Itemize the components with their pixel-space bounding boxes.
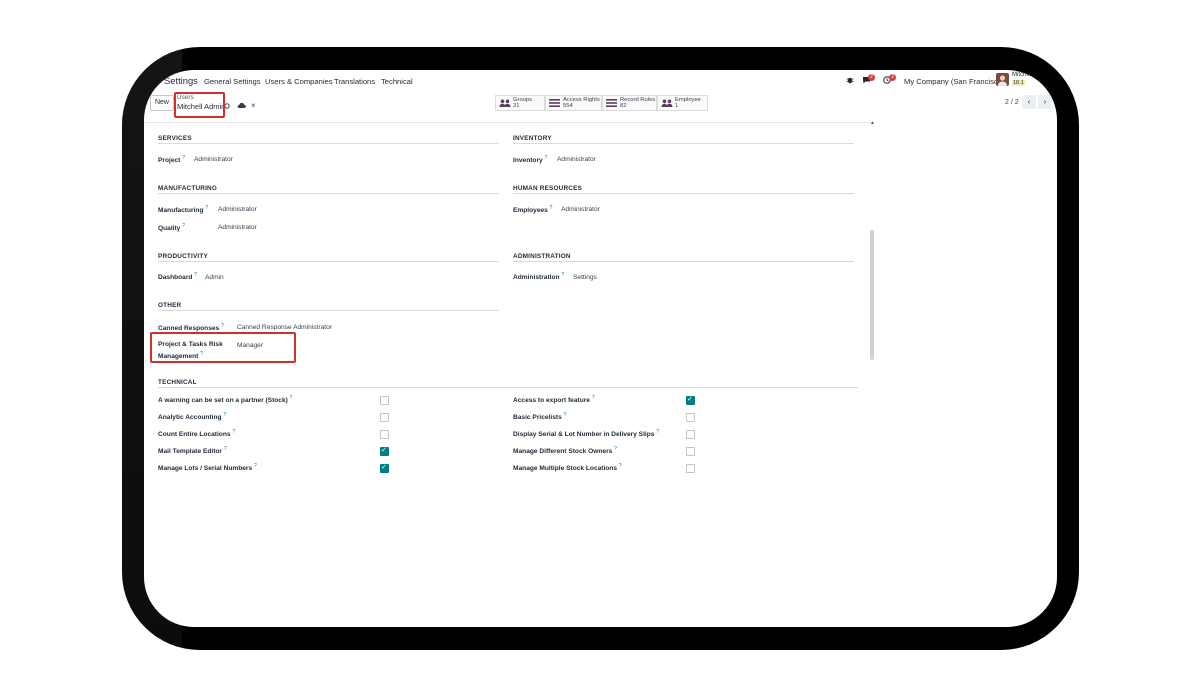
- technical-right-label: Manage Different Stock Owners ?: [513, 446, 617, 456]
- technical-left-checkbox[interactable]: [380, 413, 389, 422]
- technical-left-label: Mail Template Editor ?: [158, 446, 227, 456]
- stat-record-rules[interactable]: Record Rules 82: [602, 95, 657, 111]
- risk-management-highlight: [150, 332, 296, 363]
- section-inventory-title: INVENTORY: [513, 135, 552, 142]
- chat-badge: 2: [868, 74, 875, 81]
- employees-label: Employees ?: [513, 205, 553, 215]
- user-form-sheet: SERVICES Project ? Administrator MANUFAC…: [144, 122, 872, 476]
- project-access-select[interactable]: Administrator: [194, 156, 233, 163]
- technical-left-checkbox[interactable]: [380, 446, 389, 456]
- users-icon: [499, 99, 511, 107]
- app-name[interactable]: Settings: [164, 75, 198, 86]
- pager-value[interactable]: 2 / 2: [1005, 99, 1019, 106]
- stat-employee-label: Employee: [675, 97, 701, 103]
- technical-right-label: Display Serial & Lot Number in Delivery …: [513, 429, 660, 439]
- stat-access-rights-count: 554: [563, 103, 573, 109]
- manufacturing-label: Manufacturing ?: [158, 205, 209, 215]
- new-button[interactable]: New: [150, 95, 174, 111]
- technical-right-checkbox[interactable]: [686, 464, 695, 473]
- technical-left-label: Analytic Accounting ?: [158, 412, 227, 422]
- project-label: Project ?: [158, 155, 185, 165]
- company-switcher[interactable]: My Company (San Francisco): [904, 77, 1004, 86]
- technical-right-checkbox[interactable]: [686, 413, 695, 422]
- list-icon: [549, 99, 560, 107]
- users-icon: [661, 99, 673, 107]
- employees-access-select[interactable]: Administrator: [561, 206, 600, 213]
- dashboard-access-select[interactable]: Admin: [205, 274, 224, 281]
- avatar[interactable]: [996, 73, 1009, 86]
- technical-right-label: Manage Multiple Stock Locations ?: [513, 463, 622, 473]
- stat-groups-count: 31: [513, 103, 520, 109]
- section-hr-title: HUMAN RESOURCES: [513, 185, 583, 192]
- divider: [158, 387, 858, 388]
- section-manufacturing-title: MANUFACTURING: [158, 185, 218, 192]
- technical-left-checkbox[interactable]: [380, 430, 389, 439]
- save-cloud-icon[interactable]: [237, 102, 246, 109]
- inventory-access-select[interactable]: Administrator: [557, 156, 596, 163]
- divider: [158, 143, 499, 144]
- stat-access-rights[interactable]: Access Rights 554: [545, 95, 602, 111]
- divider: [158, 261, 499, 262]
- canned-responses-label: Canned Responses ?: [158, 323, 224, 333]
- administration-access-select[interactable]: Settings: [573, 274, 597, 281]
- technical-right-label: Basic Pricelists ?: [513, 412, 567, 422]
- technical-left-label: A warning can be set on a partner (Stock…: [158, 395, 293, 405]
- section-productivity-title: PRODUCTIVITY: [158, 253, 208, 260]
- technical-left-checkbox[interactable]: [380, 463, 389, 473]
- menu-translations[interactable]: Translations: [334, 77, 375, 86]
- app-screen: Settings General Settings Users & Compan…: [144, 70, 1057, 627]
- divider: [513, 143, 854, 144]
- stat-employee[interactable]: Employee 1: [657, 95, 708, 111]
- section-administration-title: ADMINISTRATION: [513, 253, 571, 260]
- chevron-left-icon: ‹: [1027, 97, 1031, 106]
- user-name[interactable]: Mitchell: [1012, 72, 1032, 78]
- menu-general-settings[interactable]: General Settings: [204, 77, 261, 86]
- technical-right-checkbox[interactable]: [686, 447, 695, 456]
- chevron-right-icon: ›: [1043, 97, 1047, 106]
- device-frame: Settings General Settings Users & Compan…: [122, 47, 1079, 650]
- technical-right-checkbox[interactable]: [686, 395, 695, 405]
- section-other-title: OTHER: [158, 302, 182, 309]
- breadcrumb-highlight: [174, 92, 225, 118]
- technical-left-label: Manage Lots / Serial Numbers ?: [158, 463, 257, 473]
- bug-icon[interactable]: [846, 76, 854, 84]
- technical-right-label: Access to export feature ?: [513, 395, 595, 405]
- technical-right-checkbox[interactable]: [686, 430, 695, 439]
- clock-icon[interactable]: 2: [883, 74, 896, 84]
- administration-label: Administration ?: [513, 272, 565, 282]
- divider: [513, 261, 854, 262]
- section-services-title: SERVICES: [158, 135, 192, 142]
- scroll-up-arrow[interactable]: ▲: [870, 120, 875, 126]
- list-icon: [606, 99, 617, 107]
- chat-icon[interactable]: 2: [862, 74, 875, 84]
- technical-left-checkbox[interactable]: [380, 396, 389, 405]
- inventory-label: Inventory ?: [513, 155, 548, 165]
- canned-responses-access-select[interactable]: Canned Response Administrator: [237, 324, 332, 331]
- discard-icon[interactable]: ×: [251, 101, 256, 110]
- divider: [158, 193, 499, 194]
- quality-label: Quality ?: [158, 223, 185, 233]
- stat-groups[interactable]: Groups 31: [495, 95, 545, 111]
- stat-record-rules-count: 82: [620, 103, 627, 109]
- scrollbar-thumb[interactable]: [870, 230, 874, 360]
- top-navbar: Settings General Settings Users & Compan…: [144, 70, 1057, 90]
- divider: [513, 193, 854, 194]
- dashboard-label: Dashboard ?: [158, 272, 198, 282]
- pager-next-button[interactable]: ›: [1038, 95, 1052, 109]
- control-panel: New Users Mitchell Admin × Groups 31 Acc…: [144, 92, 1057, 120]
- menu-users-companies[interactable]: Users & Companies: [265, 77, 333, 86]
- activity-badge: 2: [889, 74, 896, 81]
- pager-prev-button[interactable]: ‹: [1022, 95, 1036, 109]
- menu-technical[interactable]: Technical: [381, 77, 413, 86]
- technical-left-label: Count Entire Locations ?: [158, 429, 236, 439]
- manufacturing-access-select[interactable]: Administrator: [218, 206, 257, 213]
- divider: [158, 310, 499, 311]
- stat-employee-count: 1: [675, 103, 679, 109]
- user-version-badge: 18.1: [1012, 80, 1025, 86]
- section-technical-title: TECHNICAL: [158, 379, 197, 386]
- quality-access-select[interactable]: Administrator: [218, 224, 257, 231]
